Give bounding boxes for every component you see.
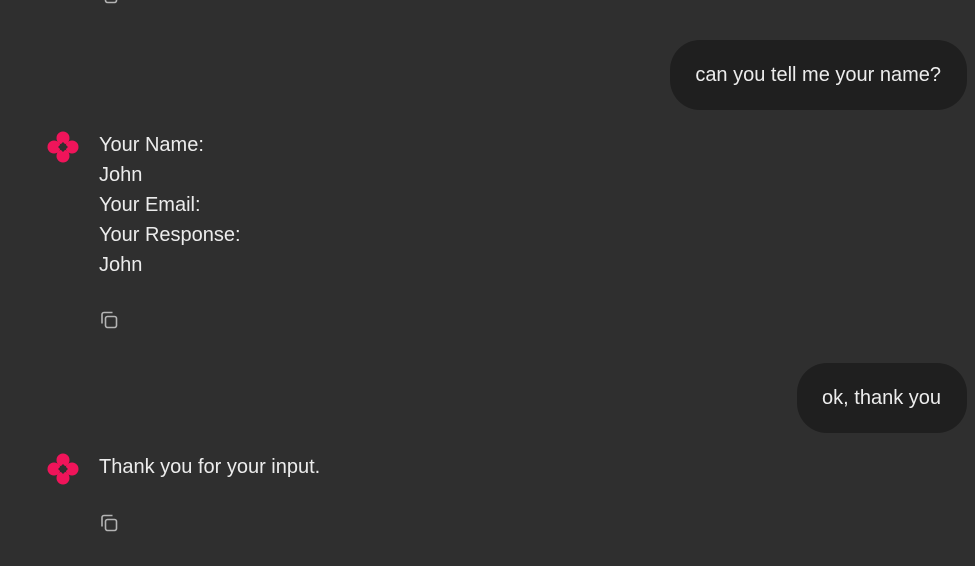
- assistant-line: John: [99, 254, 143, 276]
- user-message-text: ok, thank you: [822, 386, 941, 409]
- assistant-line: Your Response:: [99, 224, 241, 246]
- copy-icon: [101, 514, 118, 532]
- copy-icon: [104, 0, 118, 4]
- user-message: ok, thank you: [797, 363, 967, 433]
- assistant-logo-icon: [47, 453, 79, 485]
- chat-thread: can you tell me your name? Your Name: Jo…: [0, 0, 975, 566]
- assistant-line: Your Name:: [99, 134, 204, 156]
- copy-icon: [101, 311, 118, 329]
- assistant-line: John: [99, 164, 143, 186]
- assistant-line: Your Email:: [99, 194, 201, 216]
- assistant-message-text: Thank you for your input.: [99, 452, 320, 482]
- copy-button[interactable]: [98, 512, 120, 534]
- copy-button[interactable]: [98, 0, 120, 6]
- assistant-message-text: Your Name: John Your Email: Your Respons…: [99, 130, 241, 280]
- user-message-text: can you tell me your name?: [695, 63, 941, 86]
- copy-button[interactable]: [98, 309, 120, 331]
- assistant-line: Thank you for your input.: [99, 456, 321, 478]
- user-message: can you tell me your name?: [670, 40, 967, 110]
- assistant-logo-icon: [47, 131, 79, 163]
